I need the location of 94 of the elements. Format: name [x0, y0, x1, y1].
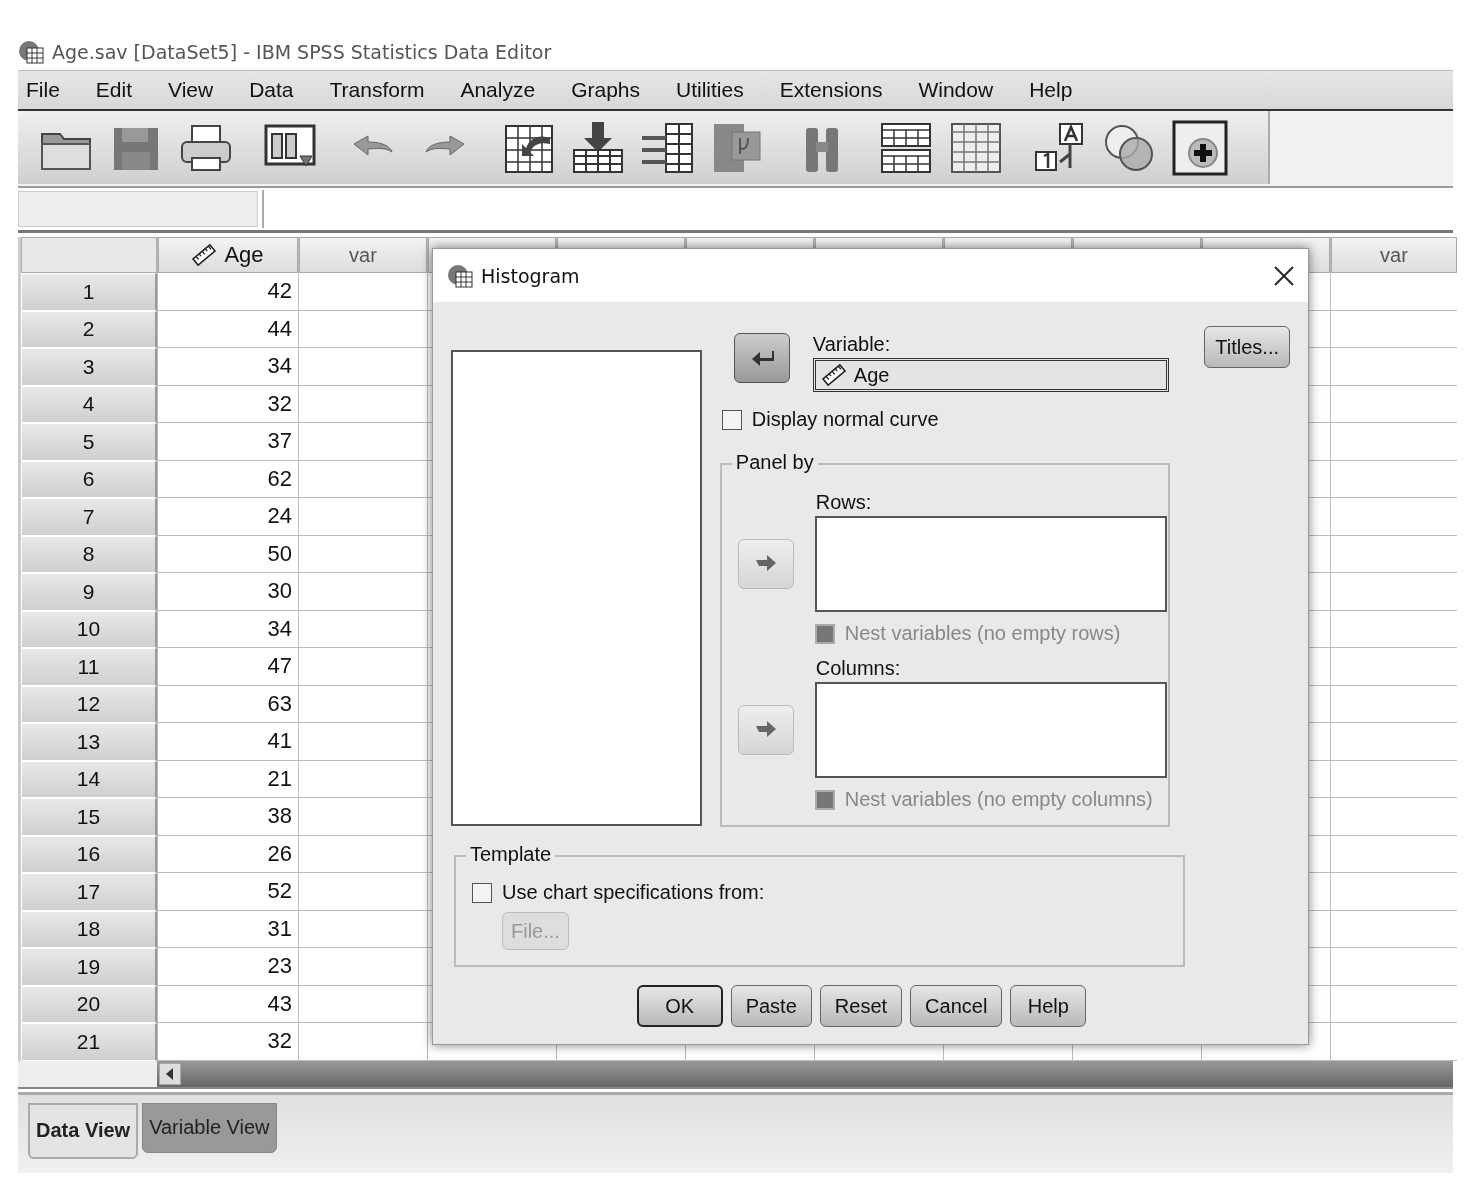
table-cell: 30	[158, 573, 298, 611]
menu-item[interactable]: Graphs	[571, 78, 641, 102]
checkbox[interactable]	[721, 409, 742, 430]
menu-item[interactable]: Help	[1029, 78, 1073, 102]
row-number[interactable]: 20	[21, 985, 157, 1023]
column-header[interactable]: var	[1331, 237, 1457, 273]
dialog-button[interactable]: Cancel	[910, 985, 1003, 1027]
checkbox-label: Use chart specifications from:	[502, 881, 765, 904]
menu-item[interactable]: Transform	[329, 78, 425, 102]
table-cell: 43	[158, 985, 298, 1023]
checkbox[interactable]	[472, 882, 492, 903]
view-tab[interactable]: Variable View	[142, 1102, 277, 1153]
table-cell: 50	[158, 535, 298, 573]
table-cell: 44	[158, 310, 298, 348]
row-number[interactable]: 21	[21, 1023, 157, 1061]
table-cell: 34	[158, 610, 298, 648]
checkbox-label: Nest variables (no empty rows)	[844, 622, 1121, 645]
table-cell: 26	[158, 835, 298, 873]
row-number[interactable]: 19	[21, 948, 157, 986]
table-cell: 32	[158, 1023, 298, 1061]
row-number[interactable]: 4	[21, 385, 157, 423]
dialog-icon	[447, 262, 473, 289]
checkbox-label: Display normal curve	[751, 408, 939, 431]
titles-button[interactable]: Titles...	[1204, 326, 1290, 368]
dialog-button[interactable]: Help	[1010, 985, 1087, 1027]
row-number[interactable]: 10	[21, 610, 157, 648]
row-number[interactable]: 18	[21, 910, 157, 948]
row-number[interactable]: 16	[21, 835, 157, 873]
table-cell: 41	[158, 723, 298, 761]
dialog-title: Histogram	[481, 264, 581, 287]
row-number[interactable]: 9	[21, 573, 157, 611]
table-cell: 32	[158, 385, 298, 423]
dialog-button[interactable]: Paste	[730, 985, 812, 1027]
right-arrow-icon	[753, 554, 778, 574]
table-cell: 52	[158, 873, 298, 911]
table-cell: 63	[158, 685, 298, 723]
target-list[interactable]	[814, 682, 1167, 778]
cell-name-field[interactable]	[18, 191, 258, 227]
variable-value: Age	[853, 363, 890, 387]
row-number[interactable]: 17	[21, 873, 157, 911]
row-number[interactable]: 3	[21, 348, 157, 386]
menu-item[interactable]: Extensions	[779, 78, 883, 102]
source-variable-list[interactable]	[451, 350, 702, 826]
table-cell: 21	[158, 760, 298, 798]
checkbox-label: Nest variables (no empty columns)	[844, 788, 1153, 811]
menu-item[interactable]: Data	[249, 78, 294, 102]
row-number[interactable]: 12	[21, 685, 157, 723]
table-cell: 24	[158, 498, 298, 536]
group-title: Template	[466, 843, 556, 866]
row-number[interactable]: 14	[21, 760, 157, 798]
dialog-button[interactable]: OK	[636, 985, 723, 1027]
menu-item[interactable]: View	[168, 78, 214, 102]
column-header[interactable]: var	[299, 237, 427, 273]
table-cell: 34	[158, 348, 298, 386]
row-number[interactable]: 13	[21, 723, 157, 761]
row-number[interactable]: 15	[21, 798, 157, 836]
app-icon	[18, 39, 44, 65]
menu-item[interactable]: File	[26, 78, 60, 102]
row-number[interactable]: 7	[21, 498, 157, 536]
target-list-label: Rows:	[815, 491, 873, 514]
window-title: Age.sav [DataSet5] - IBM SPSS Statistics Data Editor	[52, 41, 552, 63]
table-cell: 38	[158, 798, 298, 836]
close-icon[interactable]	[1274, 265, 1294, 286]
group-title: Panel by	[731, 451, 818, 474]
view-tab[interactable]: Data View	[28, 1102, 139, 1159]
table-cell: 23	[158, 948, 298, 986]
menu-item[interactable]: Window	[918, 78, 994, 102]
menu-item[interactable]: Utilities	[676, 78, 744, 102]
row-number[interactable]: 2	[21, 310, 157, 348]
column-header[interactable]: Age	[158, 237, 298, 273]
scroll-left-icon[interactable]	[159, 1062, 181, 1085]
target-list-label: Columns:	[815, 657, 902, 680]
variable-label: Variable:	[812, 333, 892, 356]
right-arrow-icon	[753, 720, 778, 740]
column-header-label: Age	[224, 242, 264, 268]
column-header-label: var	[349, 243, 377, 267]
horizontal-scrollbar[interactable]	[157, 1060, 1453, 1087]
row-number[interactable]: 1	[21, 273, 157, 311]
row-number[interactable]: 11	[21, 648, 157, 686]
row-number[interactable]: 8	[21, 535, 157, 573]
dialog-button[interactable]: Reset	[819, 985, 903, 1027]
table-cell: 31	[158, 910, 298, 948]
target-list[interactable]	[814, 516, 1167, 612]
table-cell: 42	[158, 273, 298, 311]
row-number[interactable]: 6	[21, 460, 157, 498]
table-cell: 37	[158, 423, 298, 461]
row-number[interactable]: 5	[21, 423, 157, 461]
column-header-label: var	[1380, 243, 1408, 267]
move-button[interactable]	[733, 333, 790, 383]
table-cell: 47	[158, 648, 298, 686]
menu-item[interactable]: Edit	[95, 78, 133, 102]
variable-field[interactable]: Age	[812, 358, 1169, 392]
menu-item[interactable]: Analyze	[460, 78, 536, 102]
table-cell: 62	[158, 460, 298, 498]
